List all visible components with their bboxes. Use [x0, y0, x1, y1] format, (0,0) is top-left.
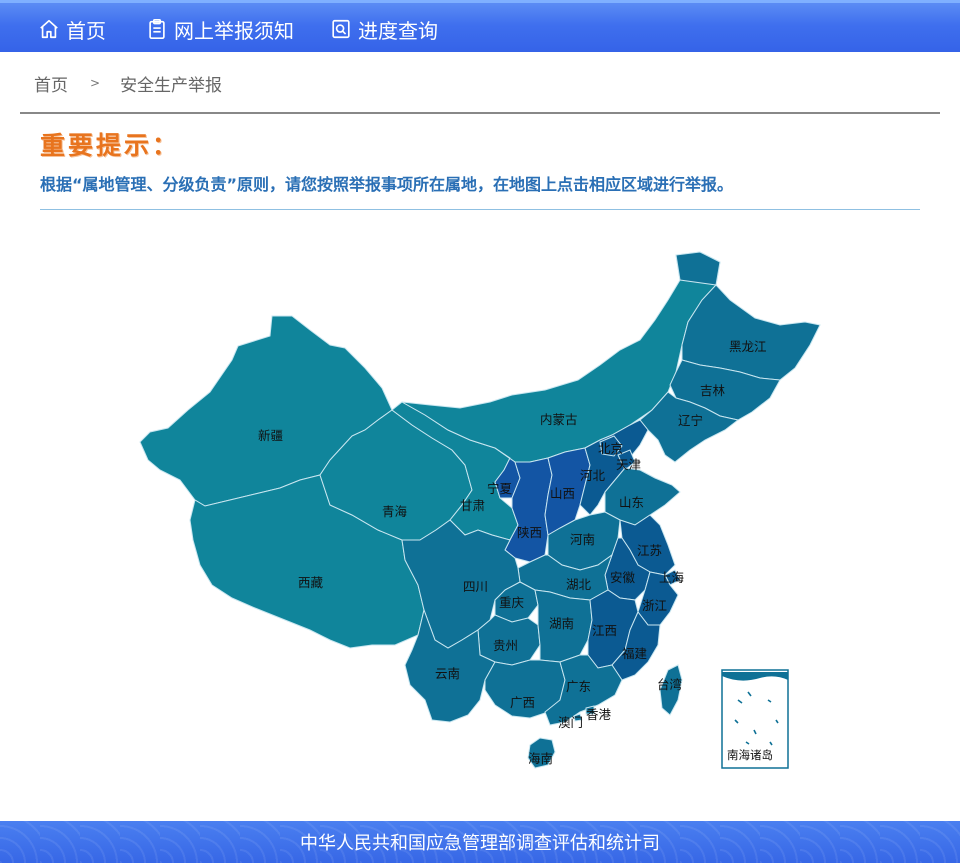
label-tianjin: 天津 — [616, 457, 641, 472]
label-xinjiang: 新疆 — [258, 428, 283, 443]
label-jilin: 吉林 — [700, 383, 726, 398]
breadcrumb: 首页 > 安全生产举报 — [34, 70, 222, 96]
top-navbar: 首页 网上举报须知 进度查询 — [0, 0, 960, 52]
footer: 中华人民共和国应急管理部调查评估和统计司 — [0, 821, 960, 863]
label-hunan: 湖南 — [549, 616, 574, 631]
label-henan: 河南 — [570, 532, 595, 547]
home-icon — [40, 19, 58, 39]
notice-divider — [40, 209, 920, 210]
label-shanxi: 山西 — [550, 486, 575, 501]
nav-progress-label: 进度查询 — [358, 18, 438, 43]
label-anhui: 安徽 — [610, 570, 636, 585]
label-zhejiang: 浙江 — [642, 598, 667, 613]
notice-title: 重要提示： — [40, 131, 181, 160]
breadcrumb-separator: > — [90, 76, 101, 90]
label-shaanxi: 陕西 — [517, 525, 542, 540]
label-hebei: 河北 — [580, 468, 606, 483]
nav-home-link[interactable]: 首页 — [38, 3, 106, 55]
nav-notice-link[interactable]: 网上举报须知 — [146, 3, 294, 55]
label-guizhou: 贵州 — [493, 638, 518, 653]
label-chongqing: 重庆 — [499, 595, 525, 610]
nav-progress-link[interactable]: 进度查询 — [330, 3, 438, 55]
label-jiangsu: 江苏 — [637, 543, 662, 558]
label-yunnan: 云南 — [435, 666, 460, 681]
label-shandong: 山东 — [619, 495, 644, 510]
label-ningxia: 宁夏 — [487, 481, 513, 496]
label-heilongjiang: 黑龙江 — [729, 339, 767, 354]
label-hubei: 湖北 — [566, 577, 592, 592]
label-liaoning: 辽宁 — [678, 413, 703, 428]
label-sichuan: 四川 — [463, 579, 488, 594]
breadcrumb-divider — [20, 112, 940, 114]
label-hainan: 海南 — [528, 751, 553, 766]
label-fujian: 福建 — [622, 646, 648, 661]
label-taiwan: 台湾 — [657, 677, 682, 692]
label-qinghai: 青海 — [382, 504, 408, 519]
china-map: 新疆 西藏 青海 甘肃 内蒙古 宁夏 陕西 山西 河北 北京 天津 山东 河南 … — [0, 230, 960, 810]
label-beijing: 北京 — [598, 441, 623, 456]
label-xizang: 西藏 — [298, 575, 324, 590]
footer-text: 中华人民共和国应急管理部调查评估和统计司 — [300, 833, 660, 854]
nav-home-label: 首页 — [66, 18, 106, 43]
china-map-svg: 新疆 西藏 青海 甘肃 内蒙古 宁夏 陕西 山西 河北 北京 天津 山东 河南 … — [139, 251, 821, 769]
label-neimenggu: 内蒙古 — [540, 412, 578, 427]
label-gansu: 甘肃 — [460, 498, 485, 513]
region-heilongjiang[interactable] — [675, 251, 821, 381]
label-aomen: 澳门 — [558, 715, 583, 730]
notice-text: 根据“属地管理、分级负责”原则，请您按照举报事项所在属地，在地图上点击相应区域进… — [40, 175, 734, 194]
label-shanghai: 上海 — [659, 570, 685, 585]
breadcrumb-home-link[interactable]: 首页 — [34, 71, 68, 96]
clipboard-icon — [149, 19, 165, 39]
search-document-icon — [332, 19, 350, 39]
nav-notice-label: 网上举报须知 — [174, 18, 294, 43]
label-guangxi: 广西 — [510, 695, 535, 710]
label-nanhai-inset: 南海诸岛 — [727, 748, 773, 762]
label-xianggang: 香港 — [586, 707, 612, 722]
label-guangdong: 广东 — [566, 679, 591, 694]
label-jiangxi: 江西 — [592, 623, 617, 638]
breadcrumb-current: 安全生产举报 — [120, 75, 223, 96]
